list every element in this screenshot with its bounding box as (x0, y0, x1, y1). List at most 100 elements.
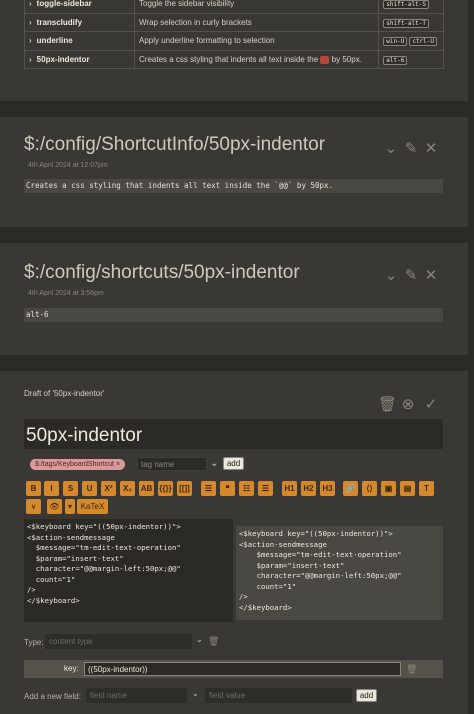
shortcut-config-tiddler: $:/config/shortcuts/50px-indentor 4th Ap… (0, 243, 468, 355)
table-row: › transcludify Wrap selection in curly bra… (24, 12, 444, 32)
code-line: /> (239, 592, 248, 601)
tiddler-body: Creates a css styling that indents all t… (24, 179, 443, 193)
shortcut-name-cell[interactable]: › transcludify (24, 12, 135, 32)
picture-button[interactable]: ⟨⟩ (362, 481, 377, 496)
shortcut-description-cell: Apply underline formatting to selection (133, 31, 380, 51)
superscript-button[interactable]: X² (101, 481, 116, 496)
shortcut-description-cell: Creates a css styling that indents all t… (133, 49, 380, 69)
tag-name-input[interactable]: tag name (137, 457, 207, 471)
subscript-button[interactable]: X₂ (120, 481, 135, 496)
delete-icon[interactable]: 🗑 (378, 397, 397, 412)
chevron-right-icon[interactable]: › (29, 36, 32, 45)
preview-type-button[interactable]: ▾ (65, 499, 75, 514)
quote-button[interactable]: ❝ (220, 481, 235, 496)
field-key-input[interactable]: ((50px-indentor)) (84, 662, 401, 676)
code-line: $param="insert-text" (239, 560, 345, 570)
chevron-right-icon[interactable]: › (29, 18, 32, 27)
tiddler-title[interactable]: $:/config/shortcuts/50px-indentor (24, 262, 300, 284)
shortcut-table-tiddler: › toggle-sidebar Toggle the sidebar visibi… (0, 0, 468, 101)
heading-1-button[interactable]: H1 (282, 481, 297, 496)
link-button[interactable]: 🔗 (343, 481, 358, 496)
shortcut-description-cell: Toggle the sidebar visibility (133, 0, 380, 14)
edit-icon[interactable]: ✎ (404, 141, 418, 156)
code-line: character="@@margin-left:50px;@@" (27, 564, 181, 573)
chevron-right-icon[interactable]: › (29, 0, 32, 8)
shortcut-name: 50px-indentor (36, 54, 90, 64)
more-button[interactable]: T (419, 481, 434, 496)
tiddler-title[interactable]: $:/config/ShortcutInfo/50px-indentor (24, 134, 325, 156)
trash-icon[interactable]: 🗑 (208, 636, 219, 647)
link-wiki-button[interactable]: [[]] (177, 481, 192, 496)
chevron-down-icon[interactable]: ⌄ (384, 141, 398, 156)
chevron-down-icon[interactable]: ⌄ (384, 268, 398, 283)
shortcut-name-cell[interactable]: › 50px-indentor (24, 49, 135, 69)
edit-icon[interactable]: ✎ (404, 268, 418, 283)
draft-label: Draft of '50px-indentor' (24, 389, 105, 398)
heading-2-button[interactable]: H2 (301, 481, 316, 496)
chevron-right-icon[interactable]: › (29, 55, 32, 64)
key-combo: win-U (383, 37, 408, 47)
table-row: › toggle-sidebar Toggle the sidebar visibi… (24, 0, 444, 14)
field-name-input[interactable]: field name (86, 688, 187, 703)
code-line: character="@@margin-left:50px;@@" (239, 571, 402, 580)
code-line: $message="tm-edit-text-operation" (239, 550, 402, 559)
text-editor[interactable]: <$keyboard key="((50px-indentor))"> <$act… (24, 519, 233, 622)
table-row: › 50px-indentor Creates a css styling that… (24, 49, 444, 69)
shortcut-name: transcludify (36, 17, 83, 27)
italic-button[interactable]: I (44, 481, 59, 496)
stamp-button[interactable]: ▤ (400, 481, 415, 496)
shortcut-keys-cell: alt-6 (378, 49, 444, 69)
table-row: › underline Apply underline formatting to … (24, 31, 444, 51)
strikethrough-button[interactable]: S (63, 481, 78, 496)
shortcut-description-end: by 50px. (331, 54, 362, 64)
shortcut-name-cell[interactable]: › toggle-sidebar (24, 0, 135, 14)
code-line: count="1" (27, 574, 76, 584)
tag-pill[interactable]: $:/tags/KeyboardShortcut × (30, 459, 126, 470)
shortcut-name: underline (36, 36, 73, 46)
add-field-button[interactable]: add (356, 689, 377, 702)
code-line: </$keyboard> (239, 602, 292, 612)
field-key-label: key: (64, 664, 79, 673)
text-preview: <$keyboard key="((50px-indentor))"> <$act… (236, 526, 443, 620)
shortcut-name: toggle-sidebar (36, 0, 92, 9)
preview-button[interactable]: 👁 (47, 499, 62, 514)
smallcaps-button[interactable]: AB (139, 481, 154, 496)
close-icon[interactable]: ✕ (424, 141, 438, 156)
chevron-down-icon[interactable]: ⌄ (196, 635, 203, 644)
tiddler-body: alt-6 (24, 308, 443, 322)
collapse-button[interactable]: ∨ (26, 499, 41, 514)
shortcut-keys-cell: shift-alt-T (378, 12, 444, 32)
draft-editor-tiddler: Draft of '50px-indentor' 🗑 ⊗ ✓ 50px-inde… (0, 371, 468, 714)
katex-button[interactable]: KaTeX (77, 499, 108, 514)
title-input[interactable]: 50px-indentor (24, 419, 443, 449)
shortcut-keys-cell: shift-alt-S (378, 0, 444, 14)
transclude-button[interactable]: {{}} (158, 481, 173, 496)
key-combo: shift-alt-S (383, 0, 429, 10)
field-value-input[interactable]: field value (205, 688, 352, 703)
chevron-down-icon[interactable]: ⌄ (192, 689, 199, 698)
excise-button[interactable]: ▣ (381, 481, 396, 496)
heading-3-button[interactable]: H3 (320, 481, 335, 496)
type-input[interactable]: content type (45, 634, 192, 649)
key-combo: shift-alt-T (383, 18, 429, 28)
mono-block-button[interactable]: ☰ (201, 481, 216, 496)
shortcut-name-cell[interactable]: › underline (24, 31, 135, 51)
bold-button[interactable]: B (26, 481, 41, 496)
code-line: count="1" (239, 581, 297, 591)
type-label: Type: (24, 638, 44, 647)
close-icon[interactable]: ✕ (424, 268, 438, 283)
list-bullet-button[interactable]: ☷ (239, 481, 254, 496)
add-tag-button[interactable]: add (223, 457, 244, 470)
shortcut-table: › toggle-sidebar Toggle the sidebar visibi… (24, 0, 444, 69)
code-line: </$keyboard> (27, 595, 80, 605)
list-number-button[interactable]: ☰ (258, 481, 273, 496)
underline-button[interactable]: U (82, 481, 97, 496)
done-icon[interactable]: ✓ (424, 397, 438, 412)
cancel-icon[interactable]: ⊗ (401, 397, 415, 412)
add-field-label: Add a new field: (24, 692, 81, 701)
code-line: <$keyboard key="((50px-indentor))"> (239, 529, 393, 538)
chevron-down-icon[interactable]: ⌄ (210, 458, 218, 469)
shortcut-description: Creates a css styling that indents all t… (139, 54, 319, 64)
broken-image-icon (320, 55, 330, 64)
trash-icon[interactable]: 🗑 (406, 664, 417, 675)
